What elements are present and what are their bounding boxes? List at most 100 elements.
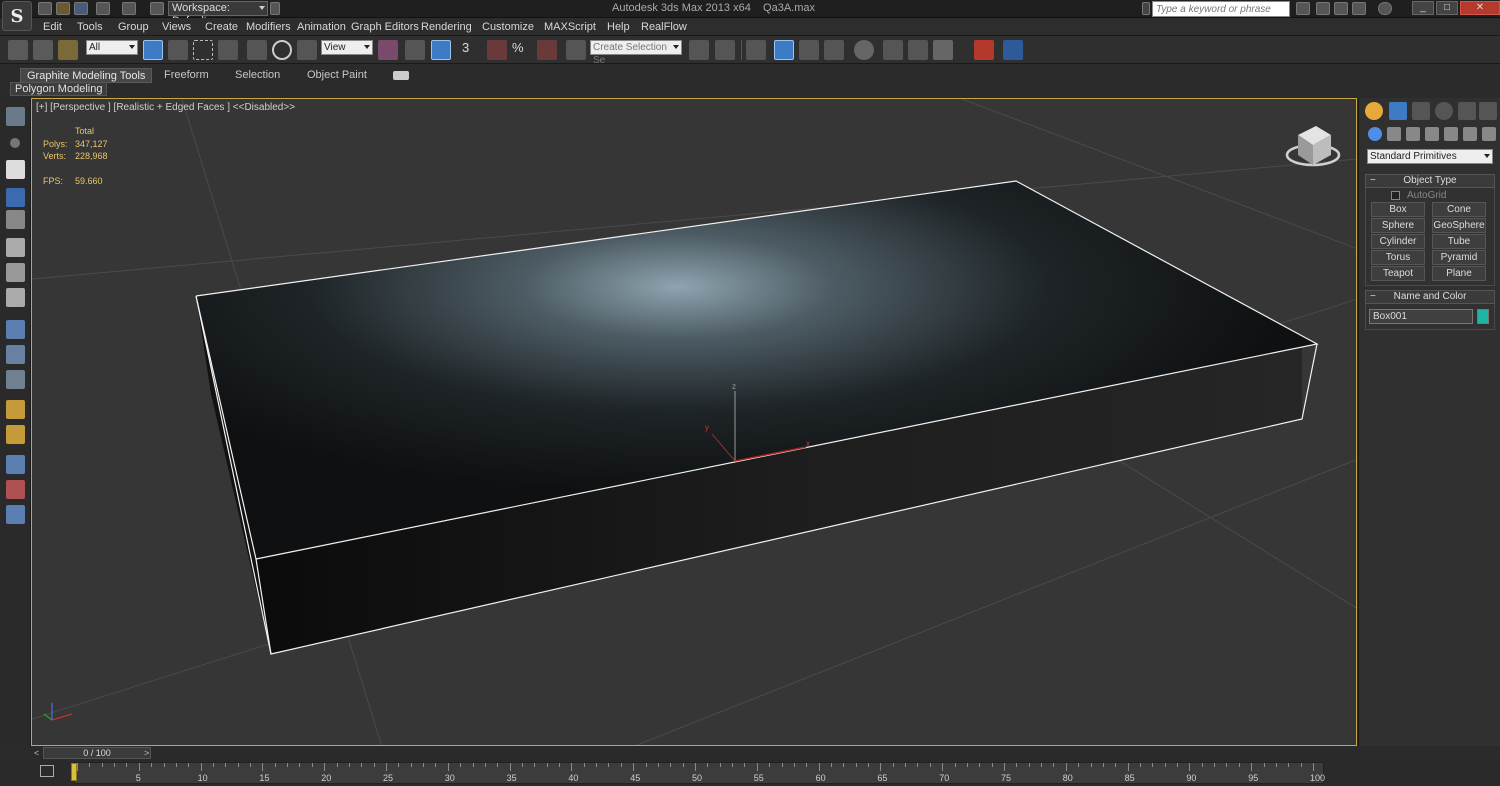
cut-icon[interactable]: [6, 288, 25, 307]
object-name-field[interactable]: [1369, 309, 1473, 324]
communication-icon[interactable]: [1334, 2, 1348, 15]
select-by-name-icon[interactable]: [168, 40, 188, 60]
redo-icon[interactable]: [122, 2, 136, 15]
select-and-scale-icon[interactable]: [297, 40, 317, 60]
lights-icon[interactable]: [1406, 127, 1420, 141]
favorites-star-icon[interactable]: [1352, 2, 1366, 15]
tab-object-paint[interactable]: Object Paint: [301, 68, 373, 83]
menu-graph-editors[interactable]: Graph Editors: [351, 21, 419, 33]
cameras-icon[interactable]: [1425, 127, 1439, 141]
window-crossing-icon[interactable]: [218, 40, 238, 60]
cone-button[interactable]: Cone: [1432, 202, 1486, 217]
subscription-icon[interactable]: [1316, 2, 1330, 15]
next-frame-button[interactable]: >: [144, 748, 149, 758]
sd-export-icon[interactable]: [6, 345, 25, 364]
ribbon-options-icon[interactable]: [393, 71, 409, 80]
menu-help[interactable]: Help: [607, 21, 630, 33]
prev-frame-button[interactable]: <: [34, 748, 39, 758]
modify-tab-icon[interactable]: [1389, 102, 1407, 120]
create-tab-icon[interactable]: [1365, 102, 1383, 120]
select-and-move-icon[interactable]: [247, 40, 267, 60]
bone-icon[interactable]: [6, 263, 25, 282]
tab-freeform[interactable]: Freeform: [158, 68, 215, 83]
curve-editor-icon[interactable]: [799, 40, 819, 60]
display-tab-icon[interactable]: [1458, 102, 1476, 120]
unlink-selection-icon[interactable]: [33, 40, 53, 60]
sd-import-icon[interactable]: [6, 320, 25, 339]
percent-snap-icon[interactable]: %: [512, 40, 532, 60]
binoculars-icon[interactable]: [1296, 2, 1310, 15]
menu-modifiers[interactable]: Modifiers: [246, 21, 291, 33]
box-button[interactable]: Box: [1371, 202, 1425, 217]
time-cursor[interactable]: [71, 763, 77, 781]
mini-curve-editor-icon[interactable]: [40, 765, 54, 777]
sphere-button[interactable]: Sphere: [1371, 218, 1425, 233]
primitives-category-dropdown[interactable]: Standard Primitives: [1367, 149, 1493, 164]
edit-named-selection-icon[interactable]: [566, 40, 586, 60]
close-button[interactable]: ✕: [1460, 1, 1500, 15]
angle-snap-icon[interactable]: [487, 40, 507, 60]
minimize-button[interactable]: _: [1412, 1, 1434, 15]
menu-rendering[interactable]: Rendering: [421, 21, 472, 33]
tab-graphite-modeling-tools[interactable]: Graphite Modeling Tools: [20, 68, 153, 83]
object-type-rollout-header[interactable]: − Object Type: [1365, 174, 1495, 188]
polygon-modeling-panel[interactable]: Polygon Modeling: [10, 82, 108, 96]
sd-settings-icon[interactable]: [6, 370, 25, 389]
bin-particles-icon[interactable]: [6, 480, 25, 499]
brush-icon[interactable]: [6, 188, 25, 207]
save-file-icon[interactable]: [74, 2, 88, 15]
project-folder-icon[interactable]: [150, 2, 164, 15]
align-icon[interactable]: [715, 40, 735, 60]
plane-button[interactable]: Plane: [1432, 266, 1486, 281]
select-and-rotate-icon[interactable]: [272, 40, 292, 60]
menu-animation[interactable]: Animation: [297, 21, 346, 33]
schematic-view-icon[interactable]: [824, 40, 844, 60]
search-expand-icon[interactable]: [1142, 2, 1150, 15]
menu-realflow[interactable]: RealFlow: [641, 21, 687, 33]
new-file-icon[interactable]: [38, 2, 52, 15]
rig-icon[interactable]: [6, 238, 25, 257]
autogrid-checkbox[interactable]: [1391, 191, 1400, 200]
menu-edit[interactable]: Edit: [43, 21, 62, 33]
systems-icon[interactable]: [1482, 127, 1496, 141]
pyramid-button[interactable]: Pyramid: [1432, 250, 1486, 265]
realflow-icon[interactable]: [974, 40, 994, 60]
object-icon[interactable]: [10, 138, 20, 148]
select-object-icon[interactable]: [143, 40, 163, 60]
named-selection-dropdown[interactable]: Create Selection Se: [590, 40, 682, 66]
scene-explorer-icon[interactable]: [6, 107, 25, 126]
application-menu-button[interactable]: S: [2, 1, 32, 31]
help-icon[interactable]: [1378, 2, 1392, 15]
utilities-tab-icon[interactable]: [1479, 102, 1497, 120]
keyboard-shortcut-override-icon[interactable]: [431, 40, 451, 60]
undo-icon[interactable]: [96, 2, 110, 15]
bind-to-space-warp-icon[interactable]: [58, 40, 78, 60]
perspective-viewport[interactable]: z x y [+] [Perspective ] [Realistic + Ed…: [31, 98, 1357, 746]
snaps-toggle-icon[interactable]: 3: [462, 40, 482, 60]
hierarchy-tab-icon[interactable]: [1412, 102, 1430, 120]
cylinder-button[interactable]: Cylinder: [1371, 234, 1425, 249]
track-bar-ruler[interactable]: 5 10 15 20 25 30 35 40 45 50 55 60 65 70 75 80 85 90 95 100: [74, 762, 1325, 784]
geometry-icon[interactable]: [1368, 127, 1382, 141]
torus-button[interactable]: Torus: [1371, 250, 1425, 265]
pivot-center-icon[interactable]: [378, 40, 398, 60]
render-setup-icon[interactable]: [883, 40, 903, 60]
open-file-icon[interactable]: [56, 2, 70, 15]
bin-mesh-icon[interactable]: [6, 455, 25, 474]
tube-button[interactable]: Tube: [1432, 234, 1486, 249]
viewport-canvas[interactable]: z x y: [32, 99, 1357, 746]
tab-selection[interactable]: Selection: [229, 68, 286, 83]
quick-access-dropdown-icon[interactable]: [270, 2, 280, 15]
menu-group[interactable]: Group: [118, 21, 149, 33]
bin-import-icon[interactable]: [6, 400, 25, 419]
helpers-icon[interactable]: [1444, 127, 1458, 141]
bin-export-icon[interactable]: [6, 425, 25, 444]
rectangular-selection-icon[interactable]: [193, 40, 213, 60]
maximize-button[interactable]: □: [1436, 1, 1458, 15]
teapot-button[interactable]: Teapot: [1371, 266, 1425, 281]
shapes-icon[interactable]: [1387, 127, 1401, 141]
render-production-icon[interactable]: [933, 40, 953, 60]
selection-filter-dropdown[interactable]: All: [86, 40, 138, 55]
search-input[interactable]: [1152, 1, 1290, 17]
menu-customize[interactable]: Customize: [482, 21, 534, 33]
